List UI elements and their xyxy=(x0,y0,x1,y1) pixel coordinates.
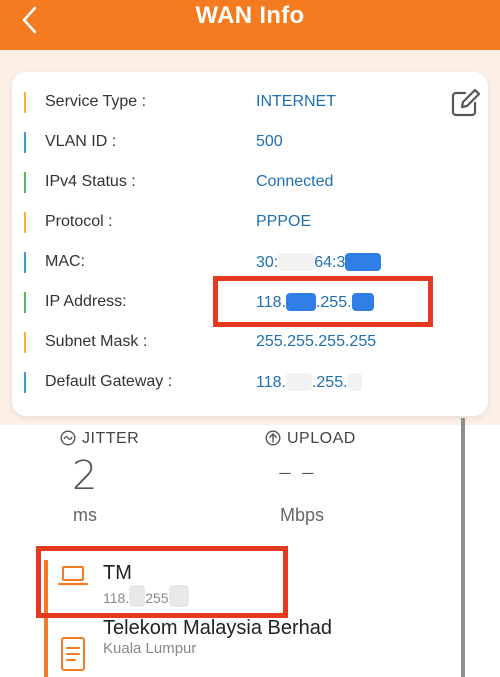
page-title: WAN Info xyxy=(195,2,305,29)
row-indicator xyxy=(24,92,26,113)
ipv4-status-value: Connected xyxy=(256,173,334,190)
gateway-value-start: 118. xyxy=(256,374,286,391)
row-mac: MAC: 30: 64:3 xyxy=(12,247,432,277)
wan-info-card: Service Type : INTERNET VLAN ID : 500 IP… xyxy=(12,72,488,416)
upload-label: UPLOAD xyxy=(287,430,356,447)
mac-label: MAC: xyxy=(45,253,85,270)
default-gateway-label: Default Gateway : xyxy=(45,373,173,390)
row-indicator xyxy=(24,372,26,393)
server-icon xyxy=(61,637,85,671)
ip-address-highlight xyxy=(213,276,433,327)
row-indicator xyxy=(24,292,26,313)
jitter-icon xyxy=(60,430,76,446)
subnet-mask-value: 255.255.255.255 xyxy=(256,333,377,350)
isp-highlight xyxy=(36,546,288,618)
gateway-value-end: .255. xyxy=(311,374,348,391)
mac-value-end: 64:3 xyxy=(314,254,346,271)
redacted-block xyxy=(285,373,312,391)
org-name: Telekom Malaysia Berhad xyxy=(103,617,332,639)
ip-address-label: IP Address: xyxy=(45,293,127,310)
vlan-id-value: 500 xyxy=(256,133,283,150)
redacted-block xyxy=(278,253,315,271)
upload-header: UPLOAD xyxy=(265,430,356,448)
protocol-label: Protocol : xyxy=(45,213,113,230)
row-vlan-id: VLAN ID : 500 xyxy=(12,127,432,157)
row-indicator xyxy=(24,132,26,153)
mac-value-start: 30: xyxy=(256,254,279,271)
subnet-mask-label: Subnet Mask : xyxy=(45,333,148,350)
vertical-divider xyxy=(461,418,465,677)
upload-icon xyxy=(265,430,281,446)
row-default-gateway: Default Gateway : 118. .255. xyxy=(12,367,432,397)
row-ipv4-status: IPv4 Status : Connected xyxy=(12,167,432,197)
redacted-block xyxy=(347,373,362,391)
jitter-header: JITTER xyxy=(60,430,139,448)
jitter-label: JITTER xyxy=(82,430,140,447)
ipv4-status-label: IPv4 Status : xyxy=(45,173,136,190)
default-gateway-value: 118. .255. xyxy=(256,373,362,392)
row-protocol: Protocol : PPPOE xyxy=(12,207,432,237)
jitter-value: 2 xyxy=(72,453,98,499)
upload-unit: Mbps xyxy=(280,505,325,525)
edit-icon xyxy=(451,88,481,117)
row-indicator xyxy=(24,212,26,233)
org-location: Kuala Lumpur xyxy=(103,640,197,657)
service-type-value: INTERNET xyxy=(256,93,336,110)
row-indicator xyxy=(24,172,26,193)
redacted-block xyxy=(345,253,382,271)
jitter-unit: ms xyxy=(73,505,97,525)
row-subnet-mask: Subnet Mask : 255.255.255.255 xyxy=(12,327,432,357)
mac-value: 30: 64:3 xyxy=(256,253,382,272)
row-service-type: Service Type : INTERNET xyxy=(12,87,432,117)
service-type-label: Service Type : xyxy=(45,93,147,110)
vlan-id-label: VLAN ID : xyxy=(45,133,117,150)
edit-button[interactable] xyxy=(448,86,482,120)
upload-value: – – xyxy=(278,455,315,488)
row-indicator xyxy=(24,252,26,273)
app-header: WAN Info xyxy=(0,0,500,50)
protocol-value: PPPOE xyxy=(256,213,312,230)
row-indicator xyxy=(24,332,26,353)
